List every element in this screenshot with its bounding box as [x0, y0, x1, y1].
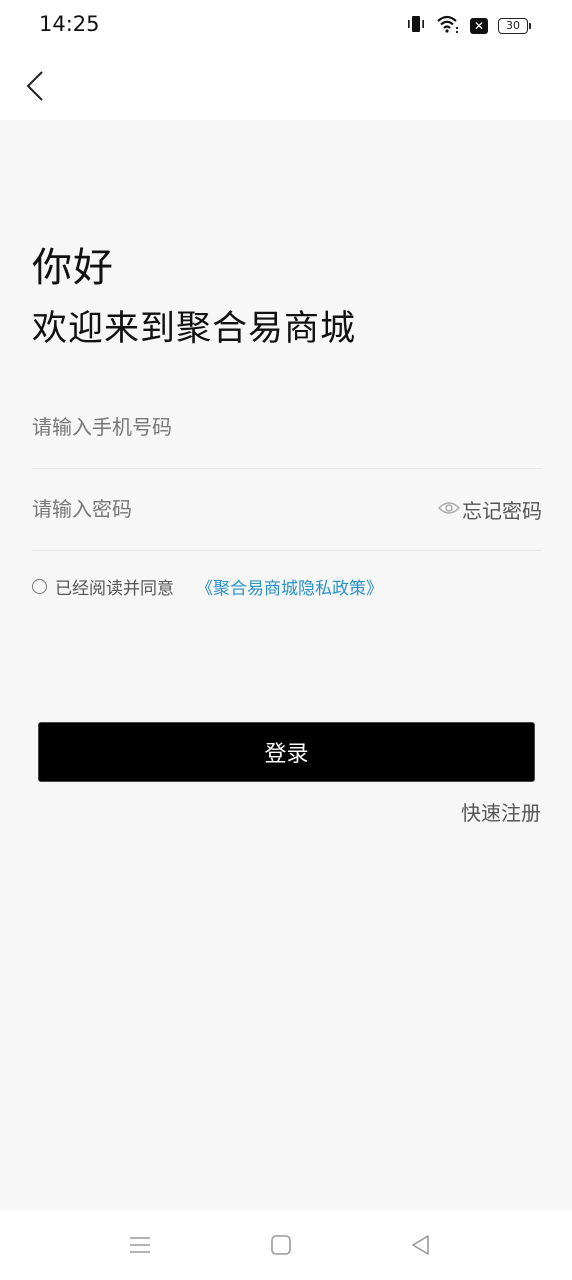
status-time: 14:25 [39, 12, 100, 36]
agree-text: 已经阅读并同意 [55, 579, 174, 599]
status-icons: ✕ 30 [406, 14, 531, 38]
status-bar: 14:25 ✕ 30 [0, 0, 572, 52]
eye-icon[interactable] [437, 500, 461, 520]
menu-icon[interactable] [125, 1230, 155, 1260]
phone-field-row [32, 386, 542, 469]
chevron-left-icon [18, 71, 58, 110]
home-icon[interactable] [266, 1230, 296, 1260]
notification-x-icon: ✕ [470, 18, 488, 34]
password-tools: 忘记密码 [437, 495, 542, 524]
forgot-password-link[interactable]: 忘记密码 [462, 495, 542, 524]
quick-register-link[interactable]: 快速注册 [461, 797, 541, 826]
vibrate-icon [406, 15, 426, 37]
password-field-row: 忘记密码 [32, 468, 542, 551]
privacy-policy-link[interactable]: 《聚合易商城隐私政策》 [196, 574, 383, 599]
back-button[interactable] [18, 66, 58, 106]
wifi-icon [436, 14, 460, 38]
greeting-title: 你好 [32, 245, 114, 291]
battery-icon: 30 [498, 18, 531, 34]
system-nav-bar [0, 1210, 572, 1280]
back-triangle-icon[interactable] [406, 1230, 436, 1260]
agreement-row: 已经阅读并同意 《聚合易商城隐私政策》 [32, 574, 383, 599]
phone-input[interactable] [32, 386, 412, 468]
nav-bar [0, 52, 572, 120]
login-button[interactable]: 登录 [38, 722, 535, 782]
password-input[interactable] [32, 468, 412, 550]
welcome-subtitle: 欢迎来到聚合易商城 [32, 309, 357, 349]
agree-radio[interactable] [32, 579, 47, 594]
